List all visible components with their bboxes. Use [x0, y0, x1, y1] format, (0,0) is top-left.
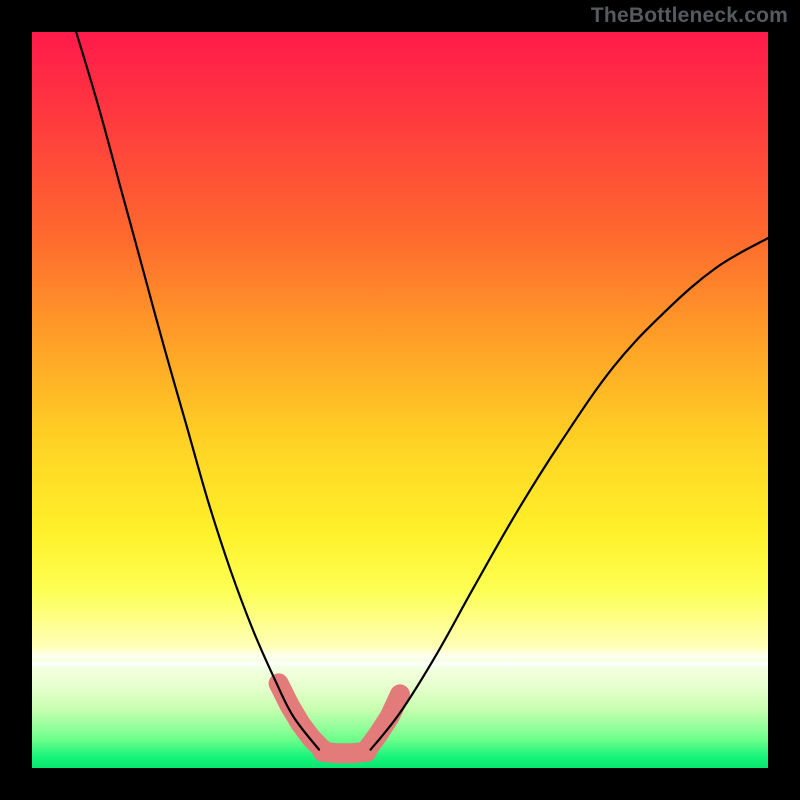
watermark-text: TheBottleneck.com — [591, 4, 788, 28]
left-branch-curve — [76, 32, 319, 750]
red-band-right — [367, 694, 400, 749]
curves-svg — [32, 32, 768, 768]
right-branch-curve — [371, 238, 768, 749]
plot-area — [32, 32, 768, 768]
red-band-left — [279, 683, 323, 749]
chart-frame: TheBottleneck.com — [0, 0, 800, 800]
